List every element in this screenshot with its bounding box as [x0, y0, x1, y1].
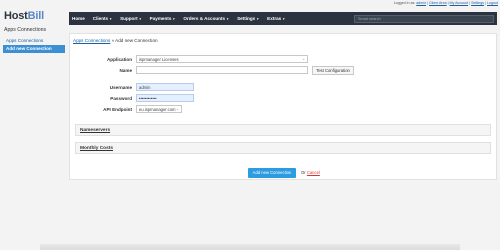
application-label: Application — [106, 57, 132, 62]
main-nav: Home Clients▼ Support▼ Payments▼ Orders … — [69, 12, 497, 25]
caret-down-icon: ▼ — [172, 17, 176, 21]
breadcrumb: Apps Connections » Add new Connection — [73, 38, 158, 43]
nameservers-section[interactable]: Nameservers — [75, 124, 491, 136]
or-label: Or — [301, 170, 306, 175]
monthly-costs-heading[interactable]: Monthly Costs — [80, 146, 113, 151]
settings-link[interactable]: Settings — [471, 1, 484, 5]
footer-shadow — [40, 244, 460, 250]
name-input[interactable] — [136, 66, 308, 74]
main-panel: Apps Connections » Add new Connection Ap… — [69, 33, 497, 180]
logout-link[interactable]: Logout — [487, 1, 498, 5]
top-bar: Logged in as: admin | Client Area | My A… — [0, 0, 500, 10]
nameservers-heading[interactable]: Nameservers — [80, 128, 110, 133]
caret-down-icon: ▼ — [226, 17, 230, 21]
nav-settings[interactable]: Settings▼ — [234, 16, 264, 21]
application-value: ispmanager Licenses — [139, 57, 179, 62]
username-label: Username — [109, 85, 132, 90]
application-select[interactable]: ispmanager Licenses ⌄ — [136, 55, 308, 63]
nav-clients[interactable]: Clients▼ — [90, 16, 117, 21]
my-account-link[interactable]: My Account — [450, 1, 469, 5]
nav-orders-accounts[interactable]: Orders & Accounts▼ — [180, 16, 234, 21]
nav-payments[interactable]: Payments▼ — [147, 16, 181, 21]
logged-in-label: Logged in as: — [393, 1, 416, 5]
user-link[interactable]: admin — [416, 1, 426, 5]
sidebar-item-add-new-connection[interactable]: Add new Connection — [3, 45, 65, 53]
caret-down-icon: ▼ — [109, 17, 113, 21]
breadcrumb-current: Add new Connection — [115, 38, 158, 43]
or-cancel: Or Cancel — [301, 170, 320, 175]
caret-down-icon: ▼ — [138, 17, 142, 21]
logo-bill: Bill — [27, 10, 45, 22]
test-configuration-button[interactable]: Test Configuration — [312, 65, 354, 75]
api-endpoint-select[interactable]: eu.ispmanager.com ⌄ — [136, 105, 182, 113]
chevron-down-icon: ⌄ — [302, 57, 305, 61]
breadcrumb-apps-connections[interactable]: Apps Connections — [73, 38, 110, 43]
password-label: Password — [110, 96, 132, 101]
add-new-connection-button[interactable]: Add new Connection — [248, 168, 296, 178]
password-input[interactable]: •••••••••••• — [136, 94, 194, 102]
api-endpoint-value: eu.ispmanager.com — [139, 107, 176, 112]
caret-down-icon: ▼ — [282, 17, 286, 21]
monthly-costs-section[interactable]: Monthly Costs — [75, 142, 491, 154]
nav-support[interactable]: Support▼ — [117, 16, 147, 21]
nav-extras[interactable]: Extras▼ — [264, 16, 290, 21]
username-input[interactable]: admin — [136, 83, 194, 91]
sidebar-item-apps-connections[interactable]: Apps Connections — [3, 37, 65, 45]
account-links: Logged in as: admin | Client Area | My A… — [393, 1, 498, 5]
api-endpoint-label: API Endpoint — [103, 107, 132, 112]
sidebar-title: Apps Connections — [4, 27, 47, 33]
client-area-link[interactable]: Client Area — [429, 1, 447, 5]
cancel-link[interactable]: Cancel — [307, 170, 320, 175]
nav-home[interactable]: Home — [69, 16, 90, 21]
chevron-down-icon: ⌄ — [176, 107, 179, 111]
search-input[interactable]: Smart search — [354, 14, 494, 23]
logo[interactable]: HostBill — [4, 10, 44, 22]
name-label: Name — [119, 68, 132, 73]
logo-host: Host — [4, 10, 28, 22]
caret-down-icon: ▼ — [256, 17, 260, 21]
sidebar: Apps Connections Add new Connection — [3, 37, 65, 53]
